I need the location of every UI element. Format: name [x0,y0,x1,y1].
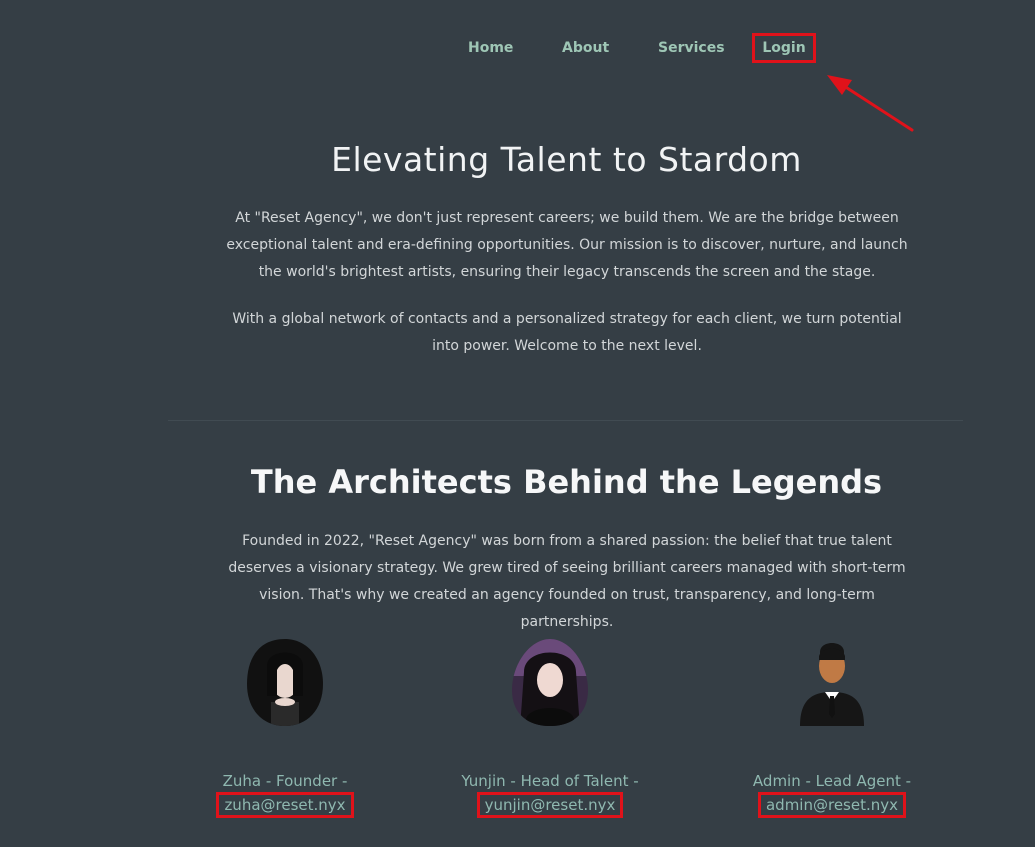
hero-title: Elevating Talent to Stardom [331,140,802,179]
avatar [512,639,588,726]
annotation-arrow-icon [827,75,914,132]
top-nav: Home About Services Login [0,33,1035,63]
member-name: Admin - Lead Agent - [752,772,912,790]
member-email-link[interactable]: admin@reset.nyx [757,792,907,818]
section-divider [168,420,963,421]
team-member-card: Zuha - Founder - zuha@reset.nyx [155,636,415,818]
architects-paragraph: Founded in 2022, "Reset Agency" was born… [228,533,906,630]
team-member-card: Yunjin - Head of Talent - yunjin@reset.n… [420,636,680,818]
member-email-link[interactable]: zuha@reset.nyx [216,792,354,818]
hero-paragraph-2: With a global network of contacts and a … [232,311,902,354]
nav-about-link[interactable]: About [562,33,609,63]
hero-paragraph-1: At "Reset Agency", we don't just represe… [226,210,908,280]
member-email-link[interactable]: yunjin@reset.nyx [476,792,624,818]
member-name: Zuha - Founder - [222,772,348,790]
nav-services-link[interactable]: Services [658,33,725,63]
page: Home About Services Login Elevating Tale… [0,0,1035,847]
avatar [247,639,323,726]
nav-home-link[interactable]: Home [468,33,513,63]
member-name: Yunjin - Head of Talent - [461,772,639,790]
architects-title: The Architects Behind the Legends [250,463,883,501]
nav-login-link[interactable]: Login [752,33,816,63]
avatar-icon [800,643,864,726]
team-member-card: Admin - Lead Agent - admin@reset.nyx [702,636,962,818]
